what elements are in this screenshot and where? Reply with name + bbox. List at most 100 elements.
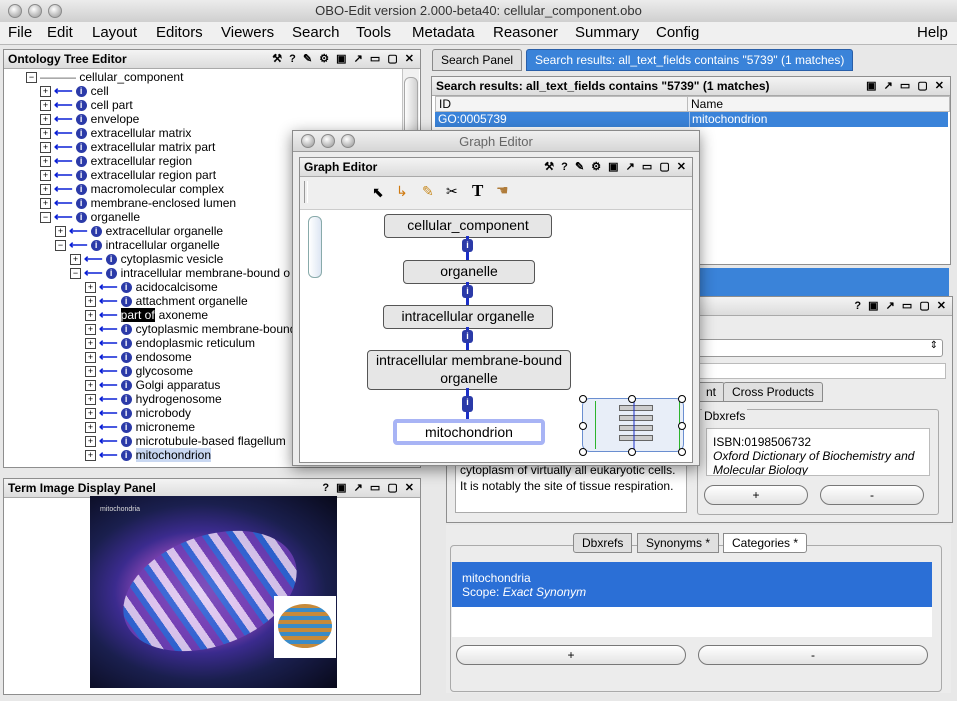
info-icon[interactable]: i — [120, 380, 132, 392]
info-icon[interactable]: i — [120, 450, 132, 462]
tab-dbxrefs[interactable]: Dbxrefs — [573, 533, 633, 553]
graph-node-selected[interactable]: mitochondrion — [393, 419, 545, 445]
info-icon[interactable]: i — [75, 184, 87, 196]
resize-handle[interactable] — [628, 448, 636, 456]
panel-controls[interactable]: ▣ ↗ ▭ ▢ ✕ — [866, 77, 946, 95]
expand-icon[interactable]: + — [40, 100, 51, 112]
tree-row[interactable]: − ⟵ i organelle — [40, 210, 140, 224]
text-tool-icon[interactable]: T — [472, 181, 483, 201]
collapse-icon[interactable]: − — [55, 240, 66, 252]
info-icon[interactable]: i — [75, 170, 87, 182]
info-icon[interactable]: i — [75, 100, 87, 112]
menu-metadata[interactable]: Metadata — [412, 24, 475, 41]
expand-icon[interactable]: + — [85, 366, 96, 378]
tree-row[interactable]: + ⟵ i envelope — [40, 112, 139, 126]
expand-icon[interactable]: + — [85, 394, 96, 406]
tree-row[interactable]: + ⟵ i extracellular organelle — [55, 224, 223, 238]
resize-handle[interactable] — [628, 395, 636, 403]
menu-search[interactable]: Search — [292, 24, 340, 41]
menu-config[interactable]: Config — [656, 24, 699, 41]
info-icon[interactable]: i — [120, 352, 132, 364]
scissors-tool-icon[interactable]: ✂ — [446, 183, 458, 200]
expand-icon[interactable]: + — [85, 324, 96, 336]
tab-search-results[interactable]: Search results: all_text_fields contains… — [526, 49, 854, 71]
collapse-icon[interactable]: − — [70, 268, 81, 280]
expand-icon[interactable]: + — [40, 114, 51, 126]
expand-icon[interactable]: + — [40, 86, 51, 98]
pointer-tool-icon[interactable]: ⬉ — [372, 184, 384, 201]
info-icon[interactable]: i — [105, 268, 117, 280]
tree-row[interactable]: − ⟵ i intracellular membrane-bound o — [70, 266, 290, 280]
resize-handle[interactable] — [678, 422, 686, 430]
expand-icon[interactable]: + — [40, 184, 51, 196]
tab-synonyms[interactable]: Synonyms * — [637, 533, 720, 553]
remove-dbxref-button[interactable]: - — [820, 485, 924, 505]
col-header-id[interactable]: ID — [435, 96, 690, 112]
resize-handle[interactable] — [678, 395, 686, 403]
table-row[interactable]: GO:0005739 mitochondrion — [435, 112, 948, 127]
info-icon[interactable]: i — [90, 226, 102, 238]
dbxref-list[interactable]: ISBN:0198506732 Oxford Dictionary of Bio… — [706, 428, 930, 476]
info-icon[interactable]: i — [120, 324, 132, 336]
link-tool-icon[interactable]: ↳ — [396, 183, 408, 200]
menu-reasoner[interactable]: Reasoner — [493, 24, 558, 41]
info-icon[interactable]: i — [120, 282, 132, 294]
tree-row[interactable]: + ⟵ i endoplasmic reticulum — [85, 336, 255, 350]
panel-controls[interactable]: ? ▣ ↗ ▭ ▢ ✕ — [322, 479, 416, 497]
resize-handle[interactable] — [678, 448, 686, 456]
graph-canvas[interactable]: cellular_component i organelle i intrace… — [300, 210, 692, 460]
panel-controls[interactable]: ⚒ ? ✎ ⚙ ▣ ↗ ▭ ▢ ✕ — [544, 158, 688, 176]
collapse-icon[interactable]: − — [40, 212, 51, 224]
tree-row[interactable]: + ⟵ i microneme — [85, 420, 195, 434]
is-a-edge-icon[interactable]: i — [462, 239, 473, 252]
expand-icon[interactable]: + — [40, 170, 51, 182]
col-header-name[interactable]: Name — [687, 96, 950, 112]
tree-row[interactable]: + ⟵ i microbody — [85, 406, 191, 420]
resize-handle[interactable] — [579, 422, 587, 430]
tree-row[interactable]: + ⟵ i endosome — [85, 350, 192, 364]
expand-icon[interactable]: + — [85, 436, 96, 448]
graph-overview[interactable] — [582, 398, 684, 452]
panel-controls[interactable]: ⚒ ? ✎ ⚙ ▣ ↗ ▭ ▢ ✕ — [272, 50, 416, 68]
expand-icon[interactable]: + — [85, 282, 96, 294]
info-icon[interactable]: i — [120, 366, 132, 378]
menu-editors[interactable]: Editors — [156, 24, 203, 41]
expand-icon[interactable]: + — [85, 296, 96, 308]
info-icon[interactable]: i — [75, 128, 87, 140]
panel-controls[interactable]: ? ▣ ↗ ▭ ▢ ✕ — [854, 297, 948, 315]
remove-synonym-button[interactable]: - — [698, 645, 928, 665]
tree-row[interactable]: + ⟵ i cytoplasmic vesicle — [70, 252, 223, 266]
expand-icon[interactable]: + — [85, 380, 96, 392]
tree-row[interactable]: + ⟵ i glycosome — [85, 364, 193, 378]
is-a-edge-icon[interactable]: i — [462, 285, 473, 298]
expand-icon[interactable]: + — [85, 450, 96, 462]
expand-icon[interactable]: + — [70, 254, 81, 266]
tab-nt[interactable]: nt — [697, 382, 726, 402]
menu-viewers[interactable]: Viewers — [221, 24, 274, 41]
expand-icon[interactable]: + — [85, 422, 96, 434]
info-icon[interactable]: i — [75, 114, 87, 126]
menu-summary[interactable]: Summary — [575, 24, 639, 41]
tree-row[interactable]: + ⟵ i acidocalcisome — [85, 280, 218, 294]
menu-edit[interactable]: Edit — [47, 24, 73, 41]
tab-categories[interactable]: Categories * — [723, 533, 808, 553]
zoom-slider[interactable] — [308, 216, 322, 278]
info-icon[interactable]: i — [120, 296, 132, 308]
info-icon[interactable]: i — [75, 86, 87, 98]
expand-icon[interactable]: + — [85, 338, 96, 350]
expand-icon[interactable]: + — [85, 352, 96, 364]
info-icon[interactable]: i — [120, 436, 132, 448]
tab-search-panel[interactable]: Search Panel — [432, 49, 523, 71]
add-dbxref-button[interactable]: + — [704, 485, 808, 505]
tree-row[interactable]: + ⟵ i extracellular region part — [40, 168, 216, 182]
tree-row[interactable]: + ⟵ i cytoplasmic membrane-bound — [85, 322, 296, 336]
resize-handle[interactable] — [579, 448, 587, 456]
tree-row[interactable]: + ⟵ i extracellular matrix — [40, 126, 191, 140]
collapse-icon[interactable]: − — [26, 72, 37, 84]
pencil-tool-icon[interactable]: ✎ — [422, 183, 434, 200]
info-icon[interactable]: i — [75, 212, 87, 224]
tree-row[interactable]: + ⟵ i cell part — [40, 98, 133, 112]
tree-row[interactable]: + ⟵ i extracellular region — [40, 154, 192, 168]
definition-text[interactable]: cytoplasm of virtually all eukaryotic ce… — [455, 459, 687, 513]
expand-icon[interactable]: + — [40, 142, 51, 154]
